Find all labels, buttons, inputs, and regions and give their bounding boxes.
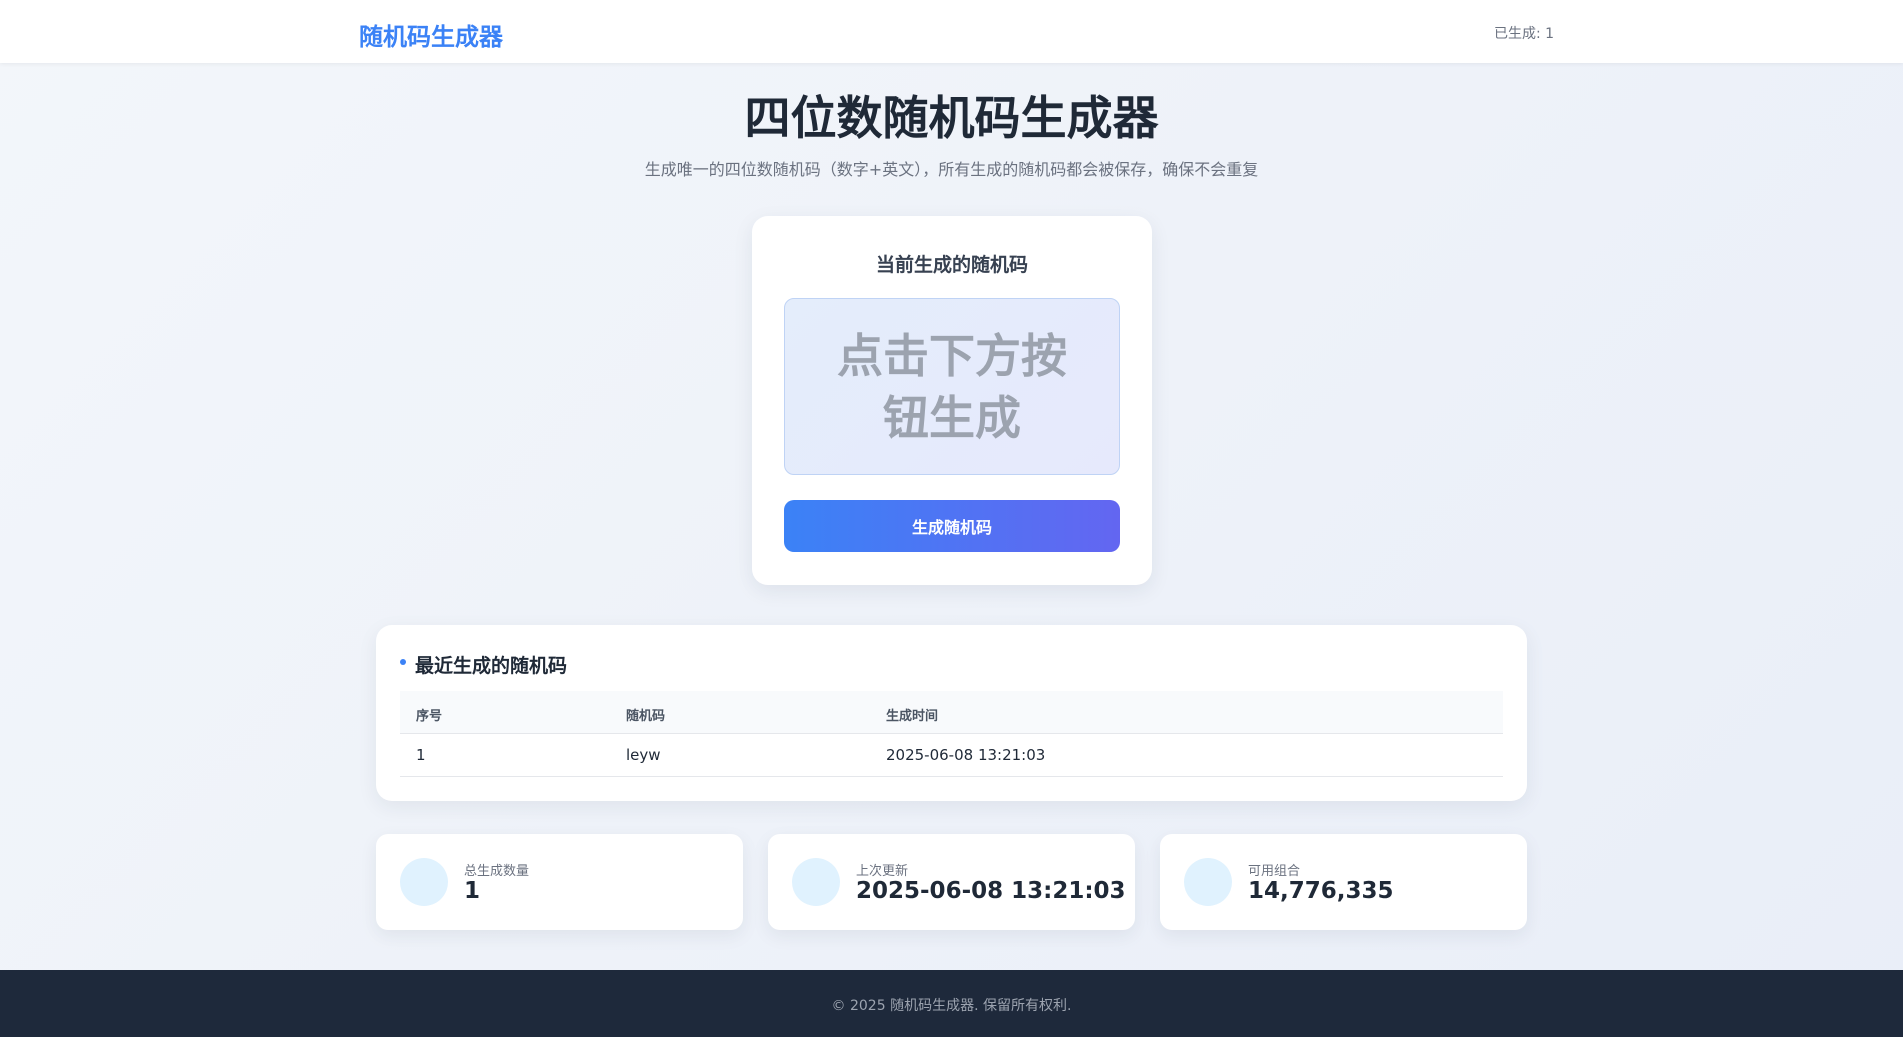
stat-last-update-value: 2025-06-08 13:21:03	[856, 878, 1126, 904]
column-header-code: 随机码	[626, 709, 666, 724]
stat-last-update-label: 上次更新	[856, 864, 909, 879]
code-display-text: 点击下方按钮生成	[837, 328, 1067, 445]
stat-clock-icon	[792, 858, 840, 906]
stat-total-icon	[400, 858, 448, 906]
stat-total-value: 1	[464, 878, 481, 904]
generator-card-title: 当前生成的随机码	[875, 254, 1028, 276]
stat-combinations-label: 可用组合	[1248, 864, 1301, 879]
section-bullet-dot	[400, 659, 406, 665]
column-header-index: 序号	[416, 709, 443, 724]
generated-count-indicator: 已生成: 1	[1494, 26, 1555, 42]
column-header-time: 生成时间	[886, 709, 939, 724]
recent-codes-table: 序号 随机码 生成时间 1 leyw 2025-06-08 13:21:03	[400, 691, 1503, 777]
generator-card: 当前生成的随机码 点击下方按钮生成 生成随机码	[752, 216, 1152, 585]
table-row: 1 leyw 2025-06-08 13:21:03	[400, 734, 1503, 777]
cell-index: 1	[416, 746, 426, 764]
recent-codes-card: 最近生成的随机码 序号 随机码 生成时间 1 leyw 2025-06-08 1…	[376, 625, 1527, 801]
footer-copyright: © 2025 随机码生成器. 保留所有权利.	[831, 998, 1072, 1014]
stat-card-total: 总生成数量 1	[376, 834, 743, 930]
cell-time: 2025-06-08 13:21:03	[886, 746, 1046, 764]
stat-total-label: 总生成数量	[464, 864, 530, 879]
top-navbar: 随机码生成器 已生成: 1	[0, 0, 1903, 63]
stat-card-last-update: 上次更新 2025-06-08 13:21:03	[768, 834, 1135, 930]
generate-code-button[interactable]: 生成随机码	[784, 500, 1120, 552]
table-header-row: 序号 随机码 生成时间	[400, 691, 1503, 734]
page-footer: © 2025 随机码生成器. 保留所有权利.	[0, 970, 1903, 1037]
stat-card-combinations: 可用组合 14,776,335	[1160, 834, 1527, 930]
page-title: 四位数随机码生成器	[744, 91, 1159, 145]
brand-logo-text[interactable]: 随机码生成器	[359, 17, 503, 52]
code-display-box: 点击下方按钮生成	[784, 298, 1120, 475]
stat-combinations-icon	[1184, 858, 1232, 906]
page-subtitle: 生成唯一的四位数随机码（数字+英文），所有生成的随机码都会被保存，确保不会重复	[644, 160, 1259, 179]
stat-combinations-value: 14,776,335	[1248, 878, 1394, 904]
cell-code: leyw	[626, 746, 661, 764]
recent-codes-title: 最近生成的随机码	[415, 655, 568, 677]
